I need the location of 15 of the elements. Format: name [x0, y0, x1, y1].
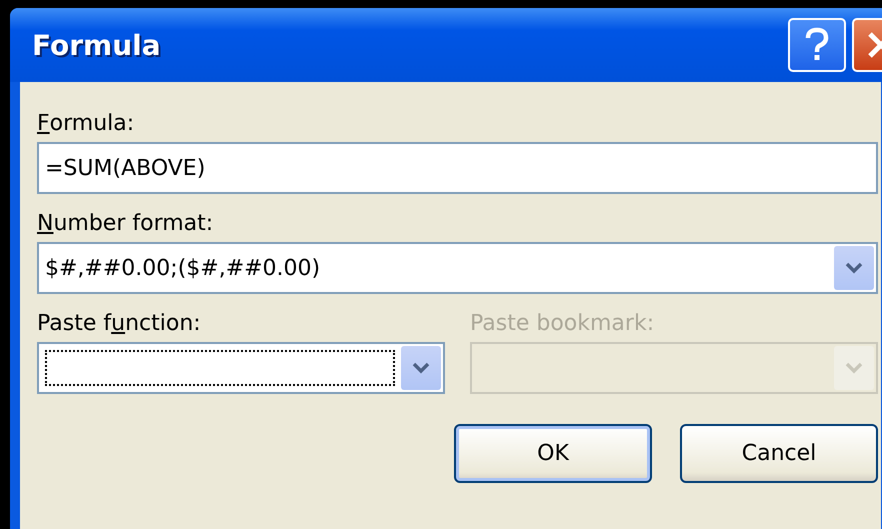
- window-title: Formula: [32, 28, 162, 62]
- formula-field[interactable]: =SUM(ABOVE): [37, 142, 878, 194]
- cancel-button[interactable]: Cancel: [680, 424, 878, 483]
- help-button[interactable]: [788, 18, 846, 72]
- ok-button[interactable]: OK: [454, 424, 652, 483]
- chevron-down-icon: [845, 262, 863, 274]
- help-icon: [804, 27, 830, 63]
- paste-bookmark-label: Paste bookmark:: [470, 310, 656, 336]
- number-format-dropdown[interactable]: $#,##0.00;($#,##0.00): [37, 242, 878, 294]
- chevron-down-icon: [845, 362, 863, 374]
- formula-label: Formula:: [37, 110, 136, 136]
- chevron-down-icon: [412, 362, 430, 374]
- paste-function-label: Paste function:: [37, 310, 202, 336]
- number-format-label: Number format:: [37, 210, 214, 236]
- paste-function-dropdown[interactable]: [37, 342, 445, 394]
